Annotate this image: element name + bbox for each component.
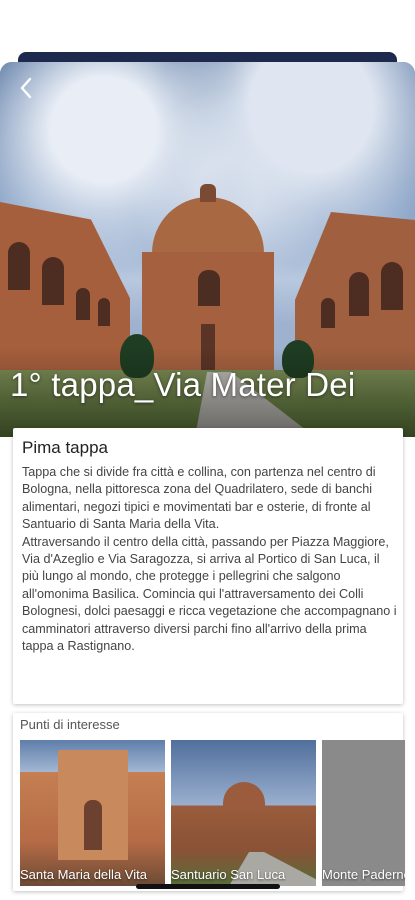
arch bbox=[98, 298, 110, 326]
arch bbox=[76, 288, 90, 320]
poi-card-santa-maria[interactable]: Santa Maria della Vita bbox=[20, 740, 165, 886]
points-of-interest-card: Punti di interesse Santa Maria della Vit… bbox=[13, 713, 405, 891]
points-of-interest-carousel[interactable]: Santa Maria della Vita Santuario San Luc… bbox=[20, 740, 405, 886]
chevron-left-icon bbox=[18, 76, 34, 104]
description-title: Pima tappa bbox=[22, 438, 108, 457]
stage-title: 1° tappa_Via Mater Dei bbox=[10, 366, 356, 403]
facade-window bbox=[198, 270, 220, 306]
poi-card-san-luca[interactable]: Santuario San Luca bbox=[171, 740, 316, 886]
poi-label: Santa Maria della Vita bbox=[20, 867, 147, 882]
dome bbox=[223, 782, 265, 808]
poi-card-monte-paderno[interactable]: Monte Paderno bbox=[322, 740, 405, 886]
arch bbox=[349, 272, 369, 316]
description-body: Tappa che si divide fra città e collina,… bbox=[22, 465, 397, 654]
arch bbox=[8, 242, 30, 290]
arch bbox=[42, 257, 64, 305]
back-button[interactable] bbox=[12, 76, 40, 104]
poi-label: Monte Paderno bbox=[322, 867, 405, 882]
arch bbox=[381, 262, 403, 310]
top-strip bbox=[18, 52, 397, 62]
description-card: Pima tappa Tappa che si divide fra città… bbox=[13, 428, 403, 704]
home-indicator bbox=[136, 884, 280, 889]
arch bbox=[321, 298, 335, 328]
dome-lantern bbox=[200, 184, 216, 202]
poi-label: Santuario San Luca bbox=[171, 867, 286, 882]
church-door bbox=[84, 800, 102, 850]
points-of-interest-title: Punti di interesse bbox=[20, 717, 120, 732]
